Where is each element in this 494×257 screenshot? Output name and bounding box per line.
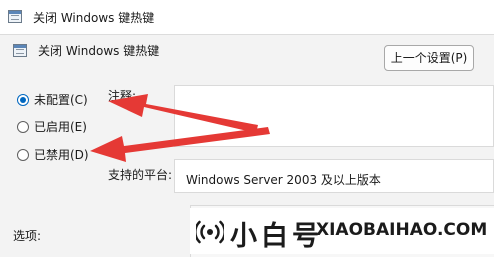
- arrow-to-not-configured: [108, 94, 258, 133]
- broadcast-icon: [196, 220, 224, 244]
- watermark-text-en: XIAOBAIHAO.COM: [316, 220, 488, 240]
- arrow-to-disabled: [90, 127, 270, 162]
- watermark-text-cn: 小白号: [230, 221, 323, 252]
